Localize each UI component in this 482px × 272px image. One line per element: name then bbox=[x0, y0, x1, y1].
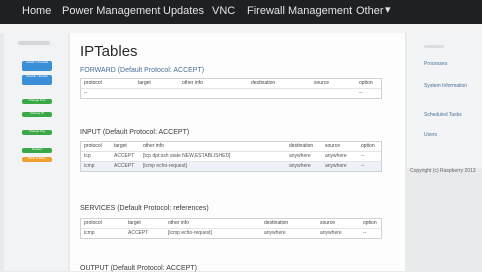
processes-link[interactable]: Processes bbox=[424, 61, 476, 67]
nav-vnc[interactable]: VNC bbox=[212, 5, 235, 17]
table-header-row: protocol target other info destination s… bbox=[81, 79, 381, 89]
page-title: IPTables bbox=[80, 43, 138, 60]
change-ip-button[interactable]: Change IP bbox=[22, 112, 52, 117]
table-header-row: protocol target other info destination s… bbox=[81, 142, 381, 152]
table-row: icmp ACCEPT [icmp echo-request] anywhere… bbox=[81, 162, 381, 171]
nav-spacer bbox=[0, 24, 482, 33]
column-header: protocol bbox=[84, 143, 102, 149]
table-row: icmp ACCEPT [icmp echo-request] anywhere… bbox=[81, 229, 381, 238]
table-cell: -- bbox=[84, 90, 88, 96]
services-table: protocol target other info destination s… bbox=[80, 218, 382, 239]
table-header-row: protocol target other info destination s… bbox=[81, 219, 381, 229]
nav-power-management[interactable]: Power Management bbox=[62, 5, 160, 17]
column-header: option bbox=[359, 80, 373, 86]
top-nav-bar: Home Power Management Updates VNC Firewa… bbox=[0, 0, 482, 24]
input-section-title: INPUT (Default Protocol: ACCEPT) bbox=[80, 129, 190, 136]
table-cell: anywhere bbox=[325, 153, 347, 159]
table-cell: ACCEPT bbox=[128, 230, 149, 236]
users-link[interactable]: Users bbox=[424, 132, 476, 138]
column-header: other info bbox=[182, 80, 203, 86]
nav-firewall-management[interactable]: Firewall Management bbox=[247, 5, 352, 17]
left-sidebar-heading bbox=[18, 41, 50, 45]
install-button[interactable]: Install / Uninstall bbox=[22, 61, 52, 71]
table-cell: -- bbox=[363, 230, 367, 236]
forward-table: protocol target other info destination s… bbox=[80, 78, 382, 99]
table-cell: anywhere bbox=[320, 230, 342, 236]
table-cell: anywhere bbox=[289, 153, 311, 159]
left-sidebar: Install / Uninstall Disable / Enable Cha… bbox=[4, 33, 68, 271]
right-sidebar: Processes System Information Scheduled T… bbox=[407, 33, 482, 168]
column-header: destination bbox=[251, 80, 276, 86]
table-cell: ACCEPT bbox=[114, 163, 135, 169]
column-header: protocol bbox=[84, 220, 102, 226]
table-row: tcp ACCEPT [tcp dpt:ssh state NEW,ESTABL… bbox=[81, 152, 381, 162]
system-information-link[interactable]: System Information bbox=[424, 83, 476, 89]
nav-other[interactable]: Other bbox=[356, 5, 384, 17]
column-header: target bbox=[128, 220, 141, 226]
nav-other-dropdown-icon[interactable]: ▾ bbox=[385, 3, 391, 16]
change-key-button[interactable]: Change Key bbox=[22, 130, 52, 135]
table-cell: icmp bbox=[84, 230, 95, 236]
table-cell: [icmp echo-request] bbox=[143, 163, 187, 169]
back-button[interactable]: Back to Main bbox=[22, 157, 52, 162]
change-port-button[interactable]: Change Port bbox=[22, 99, 52, 104]
table-cell: anywhere bbox=[325, 163, 347, 169]
column-header: target bbox=[138, 80, 151, 86]
column-header: other info bbox=[143, 143, 164, 149]
column-header: source bbox=[320, 220, 336, 226]
table-cell: anywhere bbox=[264, 230, 286, 236]
scheduled-tasks-link[interactable]: Scheduled Tasks bbox=[424, 112, 476, 118]
table-cell: -- bbox=[359, 90, 363, 96]
column-header: protocol bbox=[84, 80, 102, 86]
table-cell: tcp bbox=[84, 153, 91, 159]
nav-home[interactable]: Home bbox=[22, 5, 51, 17]
column-header: option bbox=[363, 220, 377, 226]
table-cell: anywhere bbox=[289, 163, 311, 169]
table-cell: -- bbox=[361, 163, 365, 169]
table-cell: [icmp echo-request] bbox=[168, 230, 212, 236]
column-header: target bbox=[114, 143, 127, 149]
table-cell: ACCEPT bbox=[114, 153, 135, 159]
services-section-title: SERVICES (Default Protocol: references) bbox=[80, 205, 209, 212]
column-header: source bbox=[325, 143, 341, 149]
table-cell: icmp bbox=[84, 163, 95, 169]
column-header: other info bbox=[168, 220, 189, 226]
column-header: source bbox=[314, 80, 330, 86]
nav-updates[interactable]: Updates bbox=[163, 5, 204, 17]
table-row: -- -- bbox=[81, 89, 381, 98]
column-header: destination bbox=[264, 220, 289, 226]
copyright-text: Copyright (c) Raspberry 2013 bbox=[410, 168, 476, 174]
right-sidebar-heading bbox=[424, 45, 444, 48]
enable-button[interactable]: Disable / Enable bbox=[22, 75, 52, 85]
main-content: IPTables FORWARD (Default Protocol: ACCE… bbox=[70, 33, 405, 272]
restart-button[interactable]: Restart bbox=[22, 148, 52, 153]
table-cell: [tcp dpt:ssh state NEW,ESTABLISHED] bbox=[143, 153, 231, 159]
column-header: option bbox=[361, 143, 375, 149]
column-header: destination bbox=[289, 143, 314, 149]
forward-section-title: FORWARD (Default Protocol: ACCEPT) bbox=[80, 67, 205, 74]
table-cell: -- bbox=[361, 153, 365, 159]
input-table: protocol target other info destination s… bbox=[80, 141, 382, 172]
